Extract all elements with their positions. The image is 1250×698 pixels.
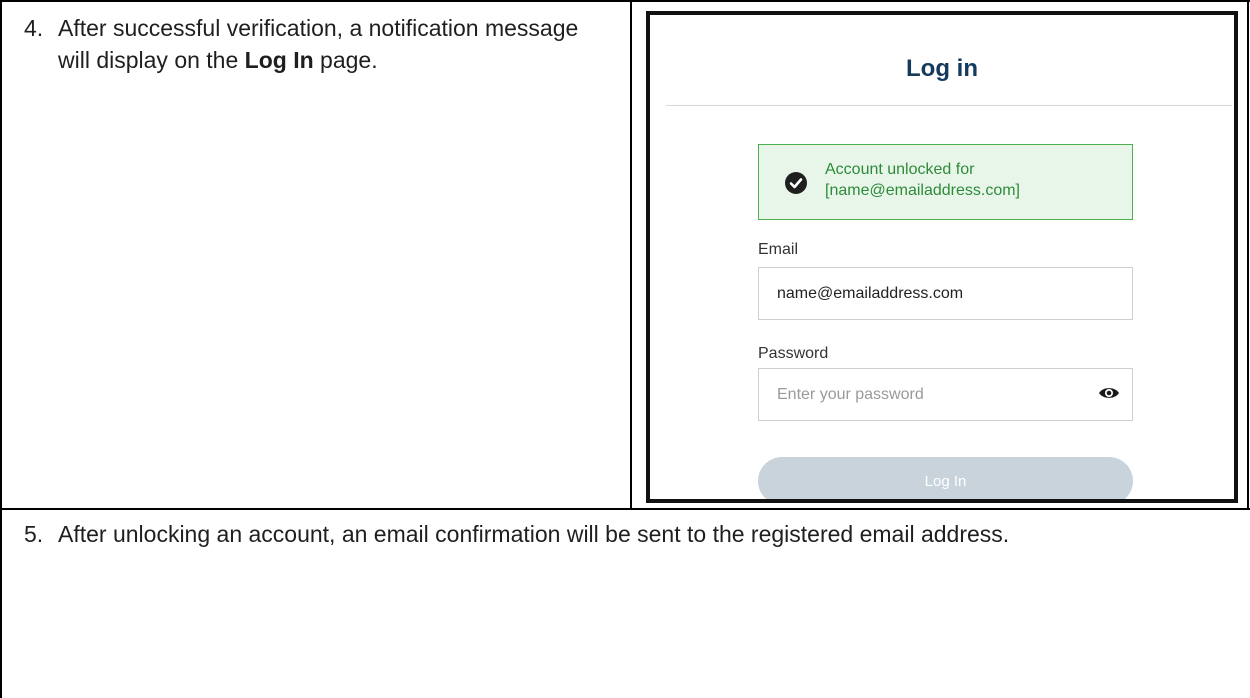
title-divider <box>666 105 1232 106</box>
step-number: 5. <box>24 521 44 547</box>
email-field[interactable] <box>758 267 1133 320</box>
alert-line-2: [name@emailaddress.com] <box>825 182 1020 199</box>
alert-message: Account unlocked for [name@emailaddress.… <box>825 159 1020 201</box>
step-4-bold: Log In <box>244 47 314 73</box>
step-4-text-after: page. <box>313 47 378 73</box>
instruction-table: 4. After successful verification, a noti… <box>0 0 1250 698</box>
account-unlocked-alert: Account unlocked for [name@emailaddress.… <box>758 144 1133 220</box>
login-button[interactable]: Log In <box>758 457 1133 499</box>
password-input[interactable] <box>759 369 1089 420</box>
table-column-divider <box>630 0 632 510</box>
table-border-right <box>1247 0 1249 510</box>
login-screenshot: Log in Account unlocked for [name@emaila… <box>646 11 1238 503</box>
step-number: 4. <box>24 15 44 41</box>
table-border-left <box>0 0 2 698</box>
step-5-text: After unlocking an account, an email con… <box>58 521 1010 547</box>
step-4-body: After successful verification, a notific… <box>58 12 614 76</box>
alert-line-1: Account unlocked for <box>825 161 975 178</box>
email-label: Email <box>758 241 799 258</box>
check-circle-icon <box>785 172 807 194</box>
login-title: Log in <box>906 55 978 82</box>
password-label: Password <box>758 345 829 362</box>
table-border-top <box>0 0 1250 2</box>
step-4: 4. After successful verification, a noti… <box>24 12 614 76</box>
email-input[interactable] <box>759 268 1089 319</box>
eye-icon[interactable] <box>1098 385 1120 401</box>
table-row-divider <box>0 508 1250 510</box>
password-field[interactable] <box>758 368 1133 421</box>
step-5: 5. After unlocking an account, an email … <box>24 518 1234 550</box>
